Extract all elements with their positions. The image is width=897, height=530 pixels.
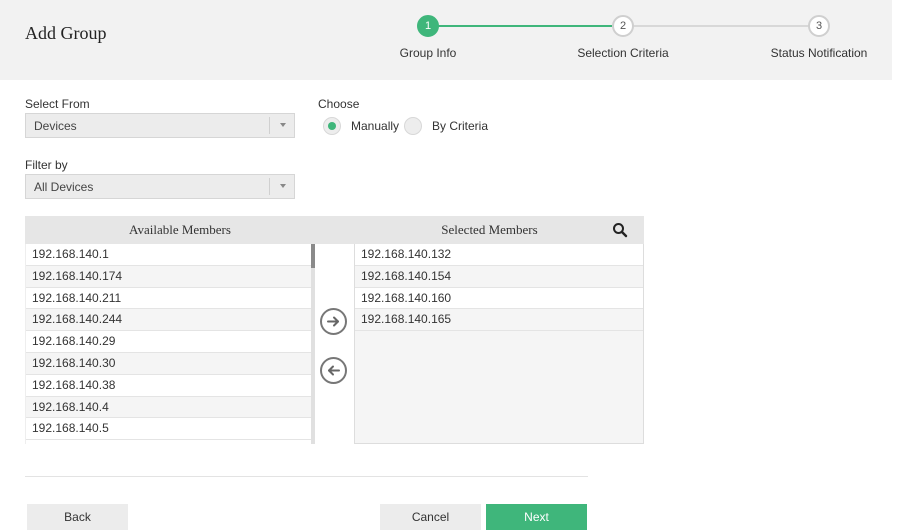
selected-members-header: Selected Members [335, 216, 644, 244]
chevron-down-icon [269, 117, 294, 134]
selected-members-list[interactable]: 192.168.140.132 192.168.140.154 192.168.… [354, 244, 644, 444]
list-item[interactable]: 192.168.140.154 [355, 265, 643, 288]
choose-label: Choose [318, 97, 360, 111]
list-item[interactable]: 192.168.140.1 [26, 244, 311, 266]
list-item[interactable]: 192.168.140.5 [26, 418, 311, 441]
list-item[interactable]: 192.168.140.38 [26, 374, 311, 397]
list-item[interactable]: 192.168.140.4 [26, 396, 311, 419]
wizard-step-2-label: Selection Criteria [577, 46, 669, 60]
chevron-down-icon [269, 178, 294, 195]
footer-divider [25, 476, 588, 477]
available-members-title: Available Members [129, 222, 231, 237]
radio-manually[interactable] [323, 117, 341, 135]
available-members-list[interactable]: 192.168.140.1 192.168.140.174 192.168.14… [25, 244, 311, 444]
next-button[interactable]: Next [486, 504, 587, 530]
step-number: 2 [619, 20, 627, 32]
wizard-progress-line [438, 25, 612, 27]
page-title: Add Group [25, 23, 107, 43]
cancel-button[interactable]: Cancel [380, 504, 481, 530]
list-item[interactable]: 192.168.140.174 [26, 265, 311, 288]
available-members-header: Available Members [25, 216, 335, 244]
wizard-step-1-label: Group Info [399, 46, 457, 60]
select-from-dropdown[interactable]: Devices [25, 113, 295, 138]
list-item[interactable]: 192.168.140.160 [355, 287, 643, 310]
filter-by-dropdown[interactable]: All Devices [25, 174, 295, 199]
list-item[interactable]: 192.168.140.30 [26, 352, 311, 375]
step-number: 1 [424, 20, 432, 32]
arrow-left-icon [328, 365, 340, 376]
scrollbar-thumb[interactable] [311, 244, 315, 268]
wizard-step-1[interactable]: 1 [417, 15, 439, 37]
add-member-button[interactable] [320, 308, 347, 335]
step-number: 3 [815, 20, 823, 32]
select-from-label: Select From [25, 97, 90, 111]
list-item[interactable]: 192.168.140.244 [26, 309, 311, 332]
radio-by-criteria[interactable] [404, 117, 422, 135]
list-item[interactable]: 192.168.140.211 [26, 287, 311, 310]
select-from-value: Devices [34, 119, 77, 133]
wizard-step-2[interactable]: 2 [612, 15, 634, 37]
wizard-pending-line [632, 25, 809, 27]
filter-by-value: All Devices [34, 180, 94, 194]
remove-member-button[interactable] [320, 357, 347, 384]
selected-members-title: Selected Members [441, 222, 538, 237]
available-list-scrollbar[interactable] [311, 244, 315, 444]
filter-by-label: Filter by [25, 158, 68, 172]
list-item[interactable]: 192.168.140.132 [355, 244, 643, 266]
radio-by-criteria-label[interactable]: By Criteria [432, 119, 488, 133]
wizard-header: Add Group 1 2 3 Group Info Selection Cri… [0, 0, 892, 80]
arrow-right-icon [327, 316, 339, 327]
wizard-step-3[interactable]: 3 [808, 15, 830, 37]
search-icon[interactable] [612, 222, 628, 238]
list-item[interactable]: 192.168.140.29 [26, 331, 311, 353]
wizard-step-3-label: Status Notification [770, 46, 868, 60]
radio-manually-label[interactable]: Manually [351, 119, 399, 133]
back-button[interactable]: Back [27, 504, 128, 530]
list-item[interactable]: 192.168.140.165 [355, 309, 643, 332]
